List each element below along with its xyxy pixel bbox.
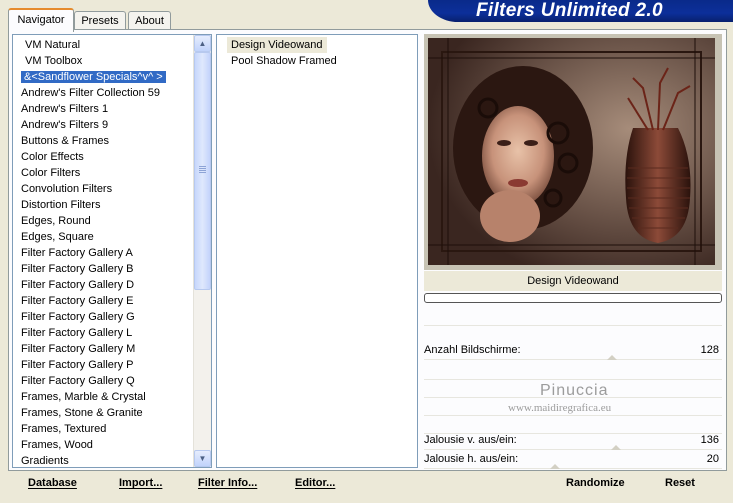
- list-item[interactable]: Edges, Square: [13, 229, 193, 245]
- randomize-button[interactable]: Randomize: [566, 471, 625, 495]
- param-row[interactable]: Anzahl Bildschirme: 128: [424, 341, 722, 360]
- list-item[interactable]: Frames, Textured: [13, 421, 193, 437]
- list-item[interactable]: Filter Factory Gallery P: [13, 357, 193, 373]
- list-item[interactable]: Buttons & Frames: [13, 133, 193, 149]
- list-item[interactable]: VM Toolbox: [13, 53, 193, 69]
- category-scrollbar[interactable]: ▲ ▼: [193, 35, 211, 467]
- preview-artwork: [428, 38, 715, 265]
- filter-item-selected[interactable]: Design Videowand: [227, 37, 327, 53]
- param-row[interactable]: Jalousie h. aus/ein: 20: [424, 450, 722, 469]
- list-item[interactable]: Frames, Marble & Crystal: [13, 389, 193, 405]
- scroll-thumb[interactable]: [194, 52, 211, 290]
- tab-navigator[interactable]: Navigator: [8, 8, 74, 32]
- preview-image[interactable]: [428, 38, 715, 265]
- reset-button[interactable]: Reset: [665, 471, 695, 495]
- list-item[interactable]: Filter Factory Gallery L: [13, 325, 193, 341]
- preview-filter-name: Design Videowand: [424, 271, 722, 291]
- app-title: Filters Unlimited 2.0: [476, 0, 663, 21]
- tab-presets[interactable]: Presets: [74, 11, 126, 30]
- import-button[interactable]: Import...: [119, 471, 162, 495]
- param-row[interactable]: Jalousie v. aus/ein: 136: [424, 431, 722, 450]
- filter-item[interactable]: Pool Shadow Framed: [227, 53, 341, 69]
- button-bar: Database Import... Filter Info... Editor…: [10, 471, 723, 495]
- list-item[interactable]: Filter Factory Gallery E: [13, 293, 193, 309]
- list-item[interactable]: Filter Factory Gallery B: [13, 261, 193, 277]
- param-label: Jalousie h. aus/ein:: [424, 453, 519, 465]
- watermark-name: Pinuccia: [540, 382, 609, 399]
- param-label: Jalousie v. aus/ein:: [424, 434, 517, 446]
- list-item[interactable]: Andrew's Filters 9: [13, 117, 193, 133]
- list-item[interactable]: Convolution Filters: [13, 181, 193, 197]
- param-value: 136: [700, 434, 719, 446]
- list-item[interactable]: Andrew's Filters 1: [13, 101, 193, 117]
- list-item[interactable]: Frames, Stone & Granite: [13, 405, 193, 421]
- list-item[interactable]: Filter Factory Gallery Q: [13, 373, 193, 389]
- list-item[interactable]: Color Filters: [13, 165, 193, 181]
- slider-thumb[interactable]: [549, 464, 560, 469]
- list-item[interactable]: Filter Factory Gallery D: [13, 277, 193, 293]
- scroll-down-button[interactable]: ▼: [194, 450, 211, 467]
- scroll-up-button[interactable]: ▲: [194, 35, 211, 52]
- list-item[interactable]: Filter Factory Gallery M: [13, 341, 193, 357]
- progress-bar: [424, 293, 722, 303]
- title-banner: Filters Unlimited 2.0: [428, 0, 733, 22]
- watermark-site: www.maidiregrafica.eu: [508, 402, 612, 414]
- param-row-empty: [424, 307, 722, 326]
- database-button[interactable]: Database: [28, 471, 77, 495]
- list-item-selected[interactable]: &<Sandflower Specials^v^ >: [13, 69, 193, 85]
- list-item[interactable]: Filter Factory Gallery G: [13, 309, 193, 325]
- tab-about[interactable]: About: [128, 11, 171, 30]
- param-label: Anzahl Bildschirme:: [424, 344, 521, 356]
- list-item[interactable]: Distortion Filters: [13, 197, 193, 213]
- param-value: 128: [700, 344, 719, 356]
- filter-info-button[interactable]: Filter Info...: [198, 471, 257, 495]
- list-item[interactable]: Edges, Round: [13, 213, 193, 229]
- preview-panel: [424, 34, 722, 270]
- list-item[interactable]: Color Effects: [13, 149, 193, 165]
- list-item[interactable]: Andrew's Filter Collection 59: [13, 85, 193, 101]
- list-item[interactable]: VM Natural: [13, 37, 193, 53]
- category-list[interactable]: VM Natural VM Toolbox &<Sandflower Speci…: [12, 34, 212, 468]
- param-value: 20: [706, 453, 719, 465]
- list-item[interactable]: Filter Factory Gallery A: [13, 245, 193, 261]
- slider-thumb[interactable]: [607, 355, 617, 360]
- param-row-empty: [424, 361, 722, 380]
- filter-list[interactable]: Design Videowand Pool Shadow Framed: [216, 34, 418, 468]
- list-item[interactable]: Frames, Wood: [13, 437, 193, 453]
- editor-button[interactable]: Editor...: [295, 471, 335, 495]
- list-item[interactable]: Gradients: [13, 453, 193, 467]
